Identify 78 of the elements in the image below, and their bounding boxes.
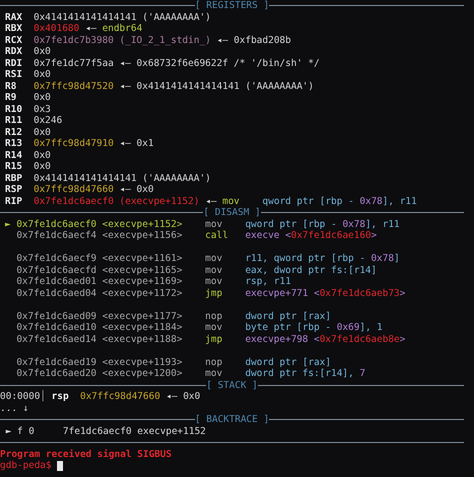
instruction-address: 0x7fe1dc6aecf9 <execvpe+1161> <box>16 253 184 264</box>
register-name: RSP <box>5 184 24 196</box>
register-name: RDI <box>5 58 24 69</box>
instruction-operands: r11, qword ptr [rbp - 0x78] <box>245 253 400 264</box>
register-name: R14 <box>5 150 24 161</box>
stack-entry: ... ↓ <box>0 402 29 414</box>
section-title: [ STACK ] <box>206 380 258 391</box>
register-value: 0x3 <box>34 104 51 115</box>
register-name: RBX <box>5 23 24 34</box>
register-name: R11 <box>5 115 24 126</box>
register-name: R13 <box>5 138 24 150</box>
instruction-address: 0x7fe1dc6aed10 <execvpe+1184> <box>16 322 184 334</box>
section-title: [ BACKTRACE ] <box>194 414 270 426</box>
register-name: RBP <box>5 172 24 184</box>
register-value: 0x7ffc98d47660 ◂— 0x0 <box>34 184 154 196</box>
register-value: 0x0 <box>34 161 51 172</box>
register-name: R10 <box>5 104 24 115</box>
instruction-operands: rsp, r11 <box>245 276 291 288</box>
instruction-address: 0x7fe1dc6aecf0 <execvpe+1152> <box>16 218 184 230</box>
instruction-operands: byte ptr [rbp - 0x69], 1 <box>245 322 382 334</box>
instruction-mnemonic: mov <box>205 368 222 379</box>
instruction-address: 0x7fe1dc6aed19 <execvpe+1193> <box>16 356 184 368</box>
instruction-address: 0x7fe1dc6aed09 <execvpe+1177> <box>16 310 184 322</box>
instruction-operands: execvpe+771 <0x7fe1dc6aeb73> <box>245 288 406 299</box>
register-value: 0x0 <box>34 150 51 161</box>
register-value: 0x0 <box>34 69 51 80</box>
instruction-address: 0x7fe1dc6aecfd <execvpe+1165> <box>16 264 184 276</box>
register-name: RCX <box>5 34 24 46</box>
instruction-address: 0x7fe1dc6aed04 <execvpe+1172> <box>16 288 184 299</box>
register-name: RSI <box>5 69 24 80</box>
instruction-operands: qword ptr [rbp - 0x78], r11 <box>245 218 400 230</box>
backtrace-frame: ► f 0 7fe1dc6aecf0 execvpe+1152 <box>0 426 206 437</box>
text-cursor <box>57 461 64 471</box>
register-name: R8 <box>5 80 18 92</box>
instruction-mnemonic: jmp <box>205 334 222 344</box>
instruction-mnemonic: nop <box>205 310 222 322</box>
register-value: 0x246 <box>34 115 62 126</box>
stack-entry: 00:0000│ rsp 0x7ffc98d47660 ◂— 0x0 <box>0 391 200 402</box>
shell-prompt: gdb-peda$ <box>0 460 52 472</box>
current-marker: ► <box>5 218 11 230</box>
instruction-address: 0x7fe1dc6aed01 <execvpe+1169> <box>16 276 184 288</box>
register-value: 0x7fe1dc6aecf0 (execvpe+1152) ◂— mov qword ptr [rbp - 0x78], r11 <box>34 196 417 207</box>
instruction-operands: eax, dword ptr fs:[r14] <box>245 264 377 276</box>
instruction-mnemonic: mov <box>205 253 222 264</box>
instruction-mnemonic: mov <box>205 218 222 230</box>
section-title: [ DISASM ] <box>203 207 261 218</box>
instruction-mnemonic: jmp <box>205 288 222 298</box>
signal-message: Program received signal SIGBUS <box>0 448 172 460</box>
instruction-mnemonic: mov <box>205 322 222 333</box>
instruction-operands: dword ptr fs:[r14], 7 <box>245 368 366 380</box>
instruction-address: 0x7fe1dc6aed20 <execvpe+1200> <box>16 368 184 380</box>
register-name: R15 <box>5 161 24 172</box>
register-name: R9 <box>5 92 18 104</box>
register-value: 0x7ffc98d47910 ◂— 0x1 <box>34 138 154 150</box>
register-name: RDX <box>5 46 24 58</box>
instruction-mnemonic: mov <box>205 276 222 287</box>
register-name: RAX <box>5 12 24 23</box>
instruction-operands: dword ptr [rax] <box>245 356 331 368</box>
register-value: 0x7fe1dc7b3980 (_IO_2_1_stdin_) ◂— 0xfbad208b <box>34 34 291 46</box>
register-name: R12 <box>5 126 24 138</box>
instruction-operands: dword ptr [rax] <box>245 310 331 322</box>
register-value: 0x401680 ◂— endbr64 <box>34 23 142 34</box>
instruction-address: 0x7fe1dc6aed14 <execvpe+1188> <box>16 334 184 345</box>
instruction-mnemonic: mov <box>205 264 222 276</box>
register-value: 0x0 <box>34 92 51 104</box>
instruction-mnemonic: nop <box>205 356 222 368</box>
register-value: 0x0 <box>34 46 51 58</box>
register-value: 0x4141414141414141 ('AAAAAAAA') <box>34 12 211 23</box>
register-value: 0x4141414141414141 ('AAAAAAAA') <box>34 172 211 184</box>
instruction-operands: execve <0x7fe1dc6ae160> <box>245 230 377 242</box>
instruction-mnemonic: call <box>205 230 228 241</box>
instruction-address: 0x7fe1dc6aecf4 <execvpe+1156> <box>16 230 184 242</box>
instruction-operands: execvpe+798 <0x7fe1dc6aeb8e> <box>245 334 406 345</box>
section-title: [ REGISTERS ] <box>194 0 270 12</box>
register-value: 0x7ffc98d47520 ◂— 0x4141414141414141 ('AAAAAAAA') <box>34 80 314 92</box>
register-name: RIP <box>5 196 24 207</box>
register-value: 0x7fe1dc77f5aa ◂— 0x68732f6e69622f /* '/bin/sh' */ <box>34 58 320 69</box>
register-value: 0x0 <box>34 126 51 138</box>
